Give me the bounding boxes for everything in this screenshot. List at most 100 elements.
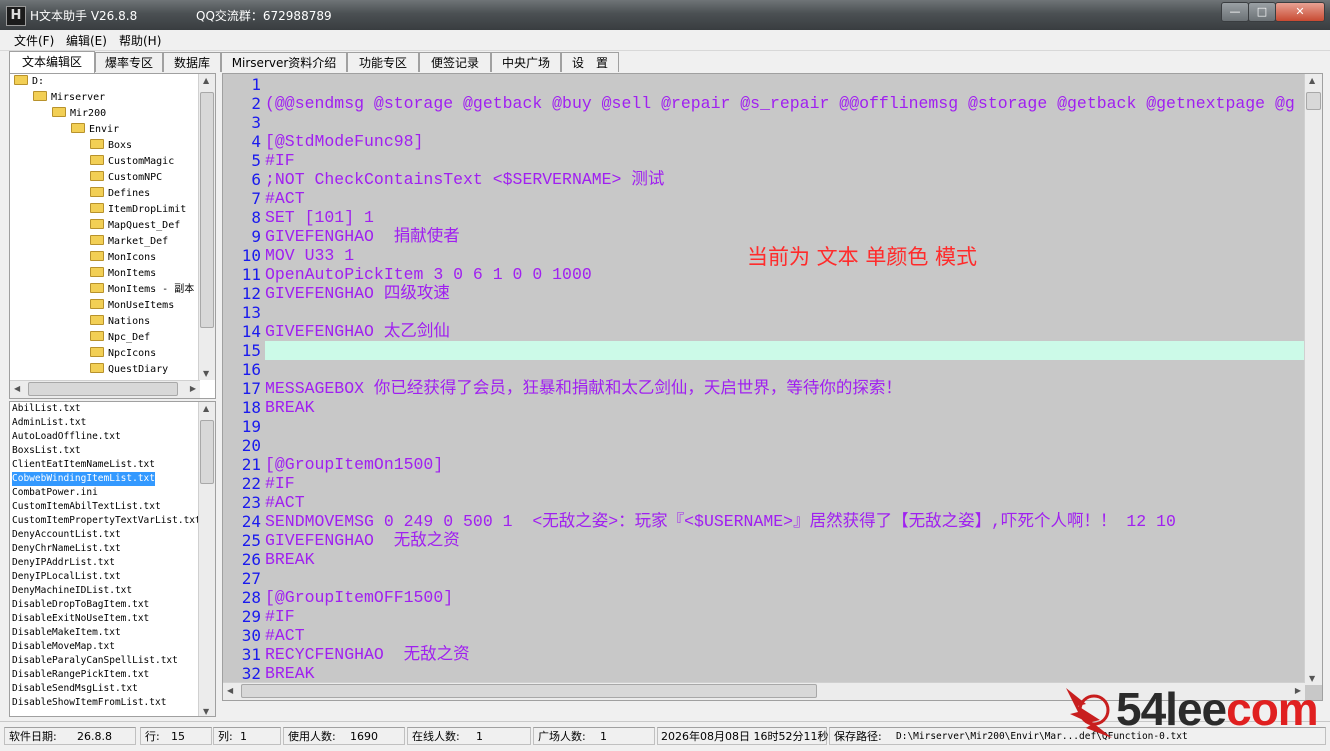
file-list-item[interactable]: DisableMoveMap.txt xyxy=(12,640,115,654)
code-line[interactable]: SENDMOVEMSG 0 249 0 500 1 <无敌之姿>：玩家『<$US… xyxy=(265,512,1305,531)
code-line[interactable] xyxy=(265,113,1305,132)
file-list-item[interactable]: CustomItemPropertyTextVarList.txt xyxy=(12,514,201,528)
tree-node[interactable]: D: xyxy=(14,74,44,90)
tree-node[interactable]: MonItems - 副本 xyxy=(90,282,194,298)
file-list-item[interactable]: DisableSendMsgList.txt xyxy=(12,682,138,696)
file-list-item[interactable]: DenyMachineIDList.txt xyxy=(12,584,132,598)
file-list[interactable]: AbilList.txt AdminList.txt AutoLoadOffline… xyxy=(9,401,216,717)
file-list-scroll-thumb[interactable] xyxy=(200,420,214,484)
code-line[interactable]: #IF xyxy=(265,474,1305,493)
file-list-item[interactable]: DenyChrNameList.txt xyxy=(12,542,121,556)
code-line[interactable] xyxy=(265,417,1305,436)
file-list-item[interactable]: DenyIPAddrList.txt xyxy=(12,556,115,570)
file-list-item[interactable]: AbilList.txt xyxy=(12,402,81,416)
scroll-up-icon[interactable]: ▲ xyxy=(1309,76,1315,85)
editor-hscroll-thumb[interactable] xyxy=(241,684,817,698)
file-list-item[interactable]: ClientEatItemNameList.txt xyxy=(12,458,155,472)
file-list-item[interactable]: DenyAccountList.txt xyxy=(12,528,121,542)
tree-node[interactable]: Envir xyxy=(71,122,119,138)
tree-node[interactable]: NpcIcons xyxy=(90,346,156,362)
file-list-item[interactable]: DisableExitNoUseItem.txt xyxy=(12,612,149,626)
code-line[interactable]: [@StdModeFunc98] xyxy=(265,132,1305,151)
code-line[interactable]: #ACT xyxy=(265,189,1305,208)
tree-node[interactable]: Boxs xyxy=(90,138,132,154)
code-line[interactable] xyxy=(265,569,1305,588)
editor-vertical-scrollbar[interactable]: ▲ ▼ xyxy=(1304,74,1322,685)
scroll-down-icon[interactable]: ▼ xyxy=(203,707,209,716)
close-button[interactable]: ✕ xyxy=(1275,2,1325,22)
tab-settings[interactable]: 设 置 xyxy=(561,52,619,72)
tree-node[interactable]: Market_Def xyxy=(90,234,168,250)
tree-node[interactable]: MonItems xyxy=(90,266,156,282)
code-line[interactable]: [@GroupItemOFF1500] xyxy=(265,588,1305,607)
file-list-item[interactable]: CombatPower.ini xyxy=(12,486,98,500)
menu-edit[interactable]: 编辑(E) xyxy=(66,32,107,49)
scroll-up-icon[interactable]: ▲ xyxy=(203,404,209,413)
tree-node[interactable]: Mirserver xyxy=(33,90,105,106)
tree-node[interactable]: MapQuest_Def xyxy=(90,218,180,234)
tree-node[interactable]: MonUseItems xyxy=(90,298,174,314)
file-list-item[interactable]: CobwebWindingItemList.txt xyxy=(12,472,155,486)
scroll-left-icon[interactable]: ◀ xyxy=(14,384,20,393)
code-line[interactable]: GIVEFENGHAO 四级攻速 xyxy=(265,284,1305,303)
file-list-item[interactable]: DisableParalyCanSpellList.txt xyxy=(12,654,178,668)
tree-vertical-scrollbar[interactable]: ▲ ▼ xyxy=(198,74,215,380)
code-line[interactable]: (@@sendmsg @storage @getback @buy @sell … xyxy=(265,94,1305,113)
scroll-right-icon[interactable]: ▶ xyxy=(190,384,196,393)
code-line[interactable]: #IF xyxy=(265,607,1305,626)
file-list-item[interactable]: CustomItemAbilTextList.txt xyxy=(12,500,161,514)
file-list-item[interactable]: BoxsList.txt xyxy=(12,444,81,458)
code-line[interactable] xyxy=(265,360,1305,379)
tree-node[interactable]: QuestDiary xyxy=(90,362,168,378)
file-list-item[interactable]: DisableMakeItem.txt xyxy=(12,626,121,640)
tab-drop-rate[interactable]: 爆率专区 xyxy=(95,52,163,72)
code-line[interactable]: [@GroupItemOn1500] xyxy=(265,455,1305,474)
code-line[interactable] xyxy=(265,341,1305,360)
code-line[interactable]: ;NOT CheckContainsText <$SERVERNAME> 测试 xyxy=(265,170,1305,189)
code-line[interactable]: SET [101] 1 xyxy=(265,208,1305,227)
minimize-button[interactable]: — xyxy=(1221,2,1249,22)
code-line[interactable]: #IF xyxy=(265,151,1305,170)
code-line[interactable]: RECYCFENGHAO 无敌之资 xyxy=(265,645,1305,664)
tree-hscroll-thumb[interactable] xyxy=(28,382,178,396)
menu-file[interactable]: 文件(F) xyxy=(14,32,54,49)
code-line[interactable] xyxy=(265,436,1305,455)
code-line[interactable]: GIVEFENGHAO 无敌之资 xyxy=(265,531,1305,550)
code-area[interactable]: (@@sendmsg @storage @getback @buy @sell … xyxy=(265,74,1305,700)
editor-scroll-thumb[interactable] xyxy=(1306,92,1321,110)
file-list-item[interactable]: DisableShowItemFromList.txt xyxy=(12,696,166,710)
code-line[interactable] xyxy=(265,303,1305,322)
code-line[interactable]: GIVEFENGHAO 太乙剑仙 xyxy=(265,322,1305,341)
file-list-item[interactable]: DenyIPLocalList.txt xyxy=(12,570,121,584)
code-line[interactable]: #ACT xyxy=(265,493,1305,512)
scroll-up-icon[interactable]: ▲ xyxy=(203,76,209,85)
file-list-item[interactable]: AdminList.txt xyxy=(12,416,86,430)
code-line[interactable]: BREAK xyxy=(265,398,1305,417)
code-line[interactable]: MESSAGEBOX 你已经获得了会员，狂暴和捐献和太乙剑仙，天启世界，等待你的… xyxy=(265,379,1305,398)
tree-node[interactable]: Nations xyxy=(90,314,150,330)
tab-functions[interactable]: 功能专区 xyxy=(347,52,419,72)
tree-node[interactable]: Mir200 xyxy=(52,106,106,122)
code-line[interactable]: #ACT xyxy=(265,626,1305,645)
tree-node[interactable]: Npc_Def xyxy=(90,330,150,346)
tree-scroll-thumb[interactable] xyxy=(200,92,214,328)
folder-tree[interactable]: D: Mirserver Mir200 Envir Boxs CustomMagic Cus… xyxy=(9,73,216,399)
file-list-item[interactable]: DisableDropToBagItem.txt xyxy=(12,598,149,612)
file-list-item[interactable]: AutoLoadOffline.txt xyxy=(12,430,121,444)
text-editor[interactable]: 1 2 3 4 5 6 7 8 9 10 11 12 13 14 15 16 17 18 19 20 21 22 23 24 2… xyxy=(222,73,1323,701)
tab-database[interactable]: 数据库 xyxy=(163,52,221,72)
code-line[interactable]: BREAK xyxy=(265,550,1305,569)
tree-node[interactable]: Defines xyxy=(90,186,150,202)
tree-node[interactable]: CustomNPC xyxy=(90,170,162,186)
tree-horizontal-scrollbar[interactable]: ◀ ▶ xyxy=(10,380,200,398)
file-list-item[interactable]: DisableRangePickItem.txt xyxy=(12,668,149,682)
tab-central-square[interactable]: 中央广场 xyxy=(491,52,561,72)
tab-notes[interactable]: 便签记录 xyxy=(419,52,491,72)
file-list-scrollbar[interactable]: ▲ ▼ xyxy=(198,402,215,716)
tree-node[interactable]: ItemDropLimit xyxy=(90,202,186,218)
tab-text-editor[interactable]: 文本编辑区 xyxy=(9,51,95,73)
scroll-down-icon[interactable]: ▼ xyxy=(203,369,209,378)
menu-help[interactable]: 帮助(H) xyxy=(119,32,161,49)
tree-node[interactable]: MonIcons xyxy=(90,250,156,266)
scroll-left-icon[interactable]: ◀ xyxy=(227,686,233,695)
